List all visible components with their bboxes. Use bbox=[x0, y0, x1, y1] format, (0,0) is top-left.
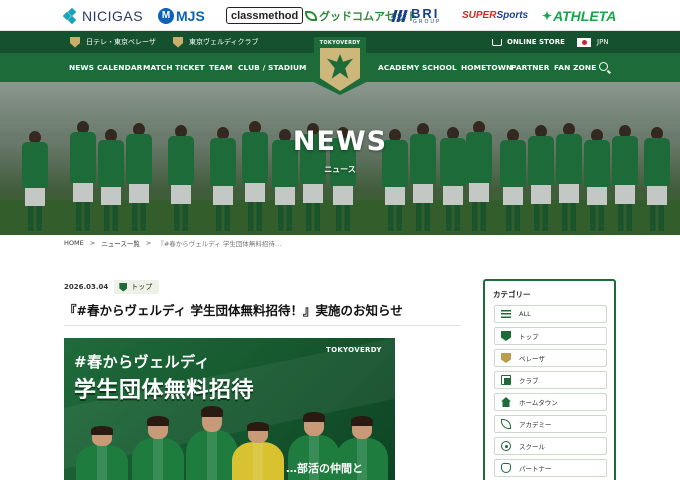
banner-caption: …部活の仲間と bbox=[286, 462, 363, 475]
nav-fan-zone[interactable]: FAN ZONE bbox=[554, 53, 596, 82]
sponsor-nicigas[interactable]: NICIGAS bbox=[62, 0, 143, 31]
cart-icon bbox=[492, 38, 502, 46]
mjs-logo-icon: M bbox=[158, 7, 174, 24]
sponsor-athleta[interactable]: ✦ ATHLETA bbox=[542, 0, 616, 31]
category-item-all[interactable]: ALL bbox=[494, 305, 607, 323]
sponsor-bar: NICIGAS M MJS classmethod グッドコムアセット BRI … bbox=[0, 0, 680, 31]
nav-team[interactable]: TEAM bbox=[209, 53, 233, 82]
nav-match[interactable]: MATCH bbox=[143, 53, 173, 82]
verdy-crest-icon bbox=[501, 331, 511, 341]
breadcrumb-current: 『#春からヴェルディ 学生団体無料招待… bbox=[157, 240, 282, 248]
breadcrumb-separator: > bbox=[89, 239, 96, 247]
banner-player-figure bbox=[186, 405, 238, 480]
banner-hashtag: #春からヴェルディ bbox=[74, 353, 211, 371]
club-icon bbox=[501, 375, 511, 385]
sponsor-classmethod[interactable]: classmethod bbox=[226, 7, 304, 24]
banner-player-figure bbox=[76, 426, 128, 480]
breadcrumb-home[interactable]: HOME bbox=[64, 239, 84, 247]
academy-icon bbox=[501, 419, 511, 429]
nav-school[interactable]: SCHOOL bbox=[422, 53, 457, 82]
banner-logo: TOKYOVERDY bbox=[326, 346, 382, 354]
category-item-beleza[interactable]: ベレーザ bbox=[494, 349, 607, 367]
emblem-wordmark: TOKYOVERDY bbox=[319, 40, 361, 46]
language-switch[interactable]: JPN bbox=[577, 31, 609, 53]
category-item-school[interactable]: スクール bbox=[494, 437, 607, 455]
category-sidebar: カテゴリー ALL トップ ベレーザ クラブ ホームタウン アカデミー スクール… bbox=[483, 279, 616, 480]
nav-partner[interactable]: PARTNER bbox=[511, 53, 549, 82]
article-category-badge[interactable]: トップ bbox=[114, 280, 160, 294]
hero-overlay bbox=[0, 82, 680, 235]
verdy-crest-icon bbox=[119, 282, 128, 292]
category-item-top[interactable]: トップ bbox=[494, 327, 607, 345]
beleza-crest-icon bbox=[501, 353, 511, 363]
athleta-star-icon: ✦ bbox=[542, 8, 553, 23]
banner-player-figure bbox=[132, 415, 184, 480]
nav-ticket[interactable]: TICKET bbox=[175, 53, 205, 82]
sidebar-title: カテゴリー bbox=[493, 290, 531, 299]
article-date: 2026.03.04 bbox=[64, 283, 109, 291]
online-store-link[interactable]: ONLINE STORE bbox=[492, 31, 565, 53]
verdy-crest-icon bbox=[173, 36, 183, 48]
ball-icon bbox=[501, 441, 511, 451]
banner-player-figure bbox=[232, 422, 284, 480]
hero-banner: NEWS ニュース bbox=[0, 82, 680, 235]
article-title: 『#春からヴェルディ 学生団体無料招待！』実施のお知らせ bbox=[64, 303, 403, 318]
category-item-academy[interactable]: アカデミー bbox=[494, 415, 607, 433]
home-icon bbox=[501, 397, 511, 407]
breadcrumb: HOME > ニュース一覧 > 『#春からヴェルディ 学生団体無料招待… bbox=[64, 237, 281, 249]
verdy-club-link[interactable]: 東京ヴェルディクラブ bbox=[173, 31, 259, 53]
sponsor-bri[interactable]: BRI GROUP bbox=[391, 0, 441, 31]
breadcrumb-news-list[interactable]: ニュース一覧 bbox=[101, 238, 140, 248]
category-item-hometown[interactable]: ホームタウン bbox=[494, 393, 607, 411]
nav-calendar[interactable]: CALENDAR bbox=[97, 53, 142, 82]
nav-news[interactable]: NEWS bbox=[69, 53, 94, 82]
nav-club-stadium[interactable]: CLUB / STADIUM bbox=[238, 53, 307, 82]
breadcrumb-separator: > bbox=[145, 239, 152, 247]
hero-subtitle: ニュース bbox=[324, 165, 356, 174]
banner-headline: 学生団体無料招待 bbox=[74, 378, 255, 403]
article-meta: 2026.03.04 トップ bbox=[64, 280, 160, 294]
category-item-partner[interactable]: パートナー bbox=[494, 459, 607, 477]
nicigas-logo-icon bbox=[62, 7, 78, 24]
category-item-club[interactable]: クラブ bbox=[494, 371, 607, 389]
title-divider bbox=[64, 325, 461, 326]
sponsor-supersports[interactable]: SUPER Sports bbox=[462, 0, 528, 31]
list-icon bbox=[501, 309, 511, 319]
beleza-crest-icon bbox=[70, 36, 80, 48]
japan-flag-icon bbox=[577, 37, 591, 47]
hero-title: NEWS bbox=[292, 126, 388, 157]
beleza-link[interactable]: 日テレ・東京ベレーザ bbox=[70, 31, 156, 53]
bri-logo-icon bbox=[391, 9, 409, 22]
goodcom-leaf-icon bbox=[305, 10, 317, 21]
handshake-icon bbox=[501, 463, 511, 473]
nav-academy[interactable]: ACADEMY bbox=[378, 53, 419, 82]
article-banner-image: TOKYOVERDY #春からヴェルディ 学生団体無料招待 …部活の仲間と bbox=[64, 338, 395, 480]
nav-hometown[interactable]: HOMETOWN bbox=[461, 53, 512, 82]
search-icon[interactable] bbox=[599, 62, 608, 71]
sponsor-mjs[interactable]: M MJS bbox=[158, 0, 205, 31]
